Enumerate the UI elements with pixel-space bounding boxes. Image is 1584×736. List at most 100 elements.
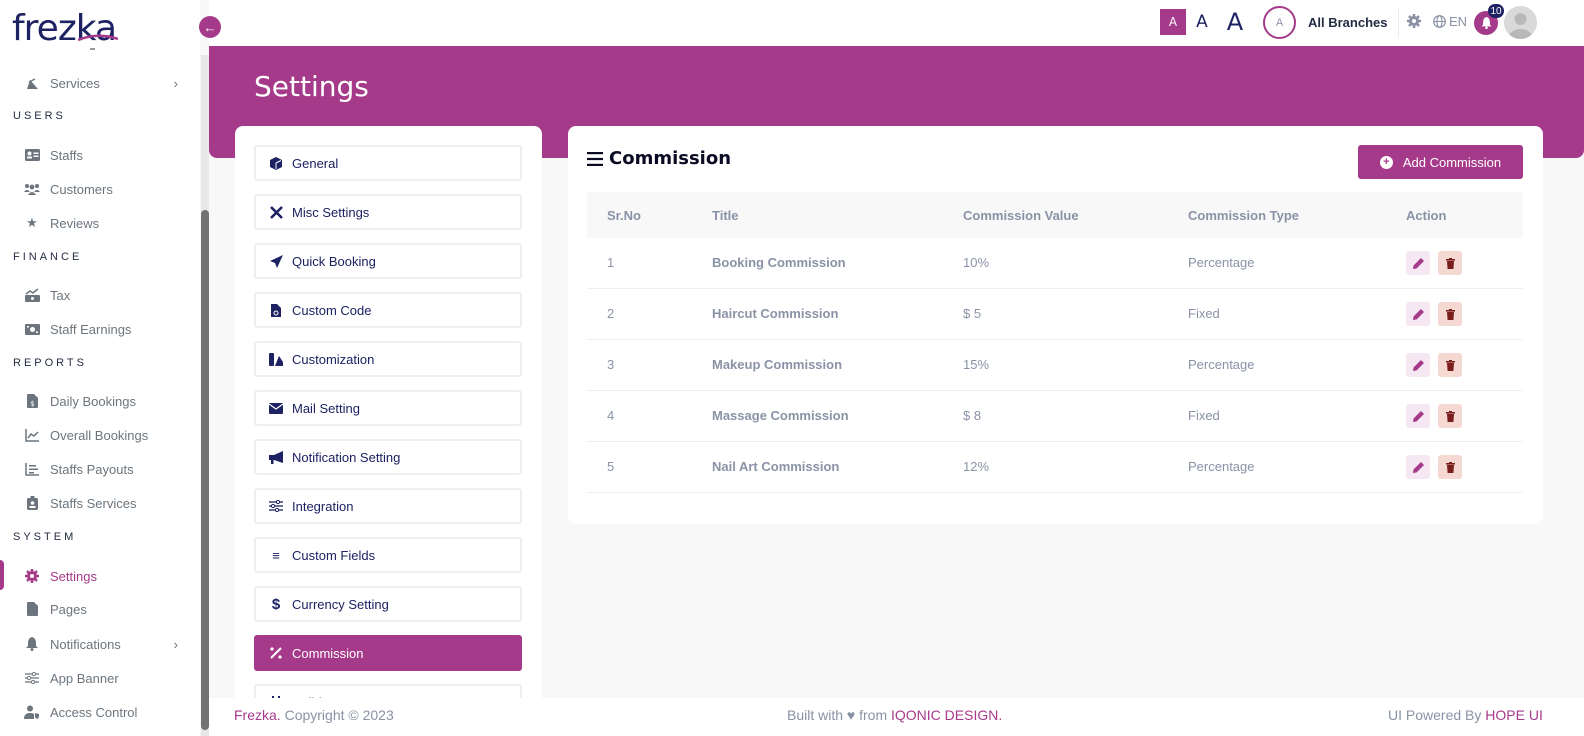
sidebar-item-staff-earnings[interactable]: Staff Earnings bbox=[24, 314, 192, 344]
cell-title: Makeup Commission bbox=[712, 357, 843, 372]
section-users: USERS bbox=[13, 110, 66, 122]
sidebar-item-services[interactable]: Services › bbox=[24, 68, 192, 98]
tools-icon bbox=[268, 205, 284, 219]
user-icon bbox=[1508, 13, 1533, 39]
settings-menu-custom-fields[interactable]: ≡ Custom Fields bbox=[254, 537, 522, 573]
sidebar-item-access-control[interactable]: Access Control bbox=[24, 697, 192, 727]
sliders-icon bbox=[268, 500, 284, 512]
column-header-sr-no[interactable]: Sr.No bbox=[607, 208, 641, 223]
font-size-large-button[interactable]: A bbox=[1222, 8, 1248, 36]
sidebar-item-overall-bookings[interactable]: Overall Bookings bbox=[24, 420, 192, 450]
column-header-commission-value[interactable]: Commission Value bbox=[963, 208, 1079, 223]
add-commission-button[interactable]: + Add Commission bbox=[1358, 145, 1523, 179]
column-header-commission-type[interactable]: Commission Type bbox=[1188, 208, 1299, 223]
settings-menu-mail-setting[interactable]: Mail Setting bbox=[254, 390, 522, 426]
delete-button[interactable] bbox=[1438, 353, 1462, 377]
sidebar-item-pages[interactable]: Pages bbox=[24, 594, 192, 624]
svg-text:$: $ bbox=[30, 400, 34, 408]
file-icon bbox=[24, 601, 40, 617]
font-size-medium-button[interactable]: A bbox=[1192, 9, 1212, 35]
sidebar-scrollbar-thumb[interactable] bbox=[201, 210, 209, 730]
sidebar-item-label: Customers bbox=[50, 181, 113, 197]
edit-button[interactable] bbox=[1406, 455, 1430, 479]
money-icon bbox=[24, 321, 40, 337]
sidebar-item-staffs[interactable]: Staffs bbox=[24, 140, 192, 170]
settings-menu-custom-code[interactable]: Custom Code bbox=[254, 292, 522, 328]
line-chart-icon bbox=[24, 427, 40, 443]
menu-item-label: Custom Fields bbox=[292, 547, 376, 563]
sidebar-item-label: Staffs Payouts bbox=[50, 461, 134, 477]
sidebar-item-label: Staffs Services bbox=[50, 495, 137, 511]
bell-icon bbox=[1480, 17, 1492, 29]
cell-title: Booking Commission bbox=[712, 255, 846, 270]
font-size-small-button[interactable]: A bbox=[1160, 9, 1186, 35]
invoice-icon: $ bbox=[24, 393, 40, 409]
arrow-left-icon: ← bbox=[203, 19, 217, 35]
dollar-icon: $ bbox=[271, 595, 281, 613]
sidebar-item-customers[interactable]: Customers bbox=[24, 174, 192, 204]
theme-settings-button[interactable] bbox=[1407, 14, 1421, 33]
delete-button[interactable] bbox=[1438, 251, 1462, 275]
scroll-hint bbox=[90, 48, 95, 50]
sidebar-item-daily-bookings[interactable]: $ Daily Bookings bbox=[24, 386, 192, 416]
settings-menu-general[interactable]: General bbox=[254, 145, 522, 181]
menu-item-label: Currency Setting bbox=[292, 596, 389, 612]
edit-button[interactable] bbox=[1406, 404, 1430, 428]
sidebar-item-notifications[interactable]: Notifications › bbox=[24, 629, 192, 659]
settings-menu-commission[interactable]: Commission bbox=[254, 635, 522, 671]
page-title: Settings bbox=[254, 70, 369, 103]
section-reports: REPORTS bbox=[13, 357, 87, 369]
sidebar-item-label: Staffs bbox=[50, 147, 84, 163]
logo[interactable]: frezka bbox=[12, 8, 118, 49]
users-icon bbox=[24, 181, 40, 197]
branch-selector[interactable]: All Branches bbox=[1308, 15, 1387, 30]
delete-button[interactable] bbox=[1438, 404, 1462, 428]
menu-item-label: General bbox=[292, 155, 339, 171]
cell-title: Haircut Commission bbox=[712, 306, 839, 321]
menu-item-label: Customization bbox=[292, 351, 375, 367]
sidebar-item-label: Notifications bbox=[50, 636, 121, 652]
cell-commission-value: $ 8 bbox=[963, 408, 982, 423]
column-header-title[interactable]: Title bbox=[712, 208, 739, 223]
cell-commission-type: Fixed bbox=[1188, 306, 1220, 321]
sidebar-item-reviews[interactable]: ★ Reviews bbox=[24, 208, 192, 238]
sidebar-item-tax[interactable]: Tax bbox=[24, 280, 192, 310]
language-selector[interactable]: EN bbox=[1433, 14, 1467, 29]
sidebar-item-label: Reviews bbox=[50, 215, 100, 231]
cell-title: Nail Art Commission bbox=[712, 459, 840, 474]
settings-menu-customization[interactable]: Customization bbox=[254, 341, 522, 377]
notification-count-badge: 10 bbox=[1488, 4, 1504, 18]
sidebar-toggle-button[interactable]: ← bbox=[199, 16, 221, 38]
edit-button[interactable] bbox=[1406, 302, 1430, 326]
branch-avatar[interactable]: A bbox=[1263, 6, 1296, 39]
star-icon: ★ bbox=[26, 215, 38, 230]
cell-commission-value: 10% bbox=[963, 255, 990, 270]
settings-menu-currency-setting[interactable]: $ Currency Setting bbox=[254, 586, 522, 622]
footer-copyright: Frezka. Copyright © 2023 bbox=[234, 707, 394, 723]
footer-powered-by: UI Powered By HOPE UI bbox=[1388, 707, 1543, 723]
sidebar-item-staffs-services[interactable]: Staffs Services bbox=[24, 488, 192, 518]
sidebar-item-staffs-payouts[interactable]: Staffs Payouts bbox=[24, 454, 192, 484]
sidebar-item-label: Settings bbox=[50, 568, 97, 584]
sidebar-item-settings[interactable]: Settings bbox=[24, 561, 192, 591]
bar-chart-icon bbox=[24, 461, 40, 477]
menu-item-label: Commission bbox=[292, 645, 364, 661]
settings-menu-integration[interactable]: Integration bbox=[254, 488, 522, 524]
edit-button[interactable] bbox=[1406, 251, 1430, 275]
delete-button[interactable] bbox=[1438, 455, 1462, 479]
gear-icon bbox=[24, 568, 40, 584]
settings-menu-misc-settings[interactable]: Misc Settings bbox=[254, 194, 522, 230]
settings-menu-notification-setting[interactable]: Notification Setting bbox=[254, 439, 522, 475]
paper-plane-icon bbox=[268, 254, 284, 268]
footer-brand-link[interactable]: Frezka. bbox=[234, 707, 281, 723]
settings-menu-quick-booking[interactable]: Quick Booking bbox=[254, 243, 522, 279]
sidebar-item-app-banner[interactable]: App Banner bbox=[24, 663, 192, 693]
delete-button[interactable] bbox=[1438, 302, 1462, 326]
table-row: 2 Haircut Commission $ 5 Fixed bbox=[587, 289, 1523, 340]
menu-item-label: Notification Setting bbox=[292, 449, 401, 465]
user-avatar[interactable] bbox=[1504, 6, 1537, 39]
hope-ui-link[interactable]: HOPE UI bbox=[1485, 707, 1543, 723]
section-finance: FINANCE bbox=[13, 251, 83, 263]
iqonic-design-link[interactable]: IQONIC DESIGN. bbox=[891, 707, 1002, 723]
edit-button[interactable] bbox=[1406, 353, 1430, 377]
